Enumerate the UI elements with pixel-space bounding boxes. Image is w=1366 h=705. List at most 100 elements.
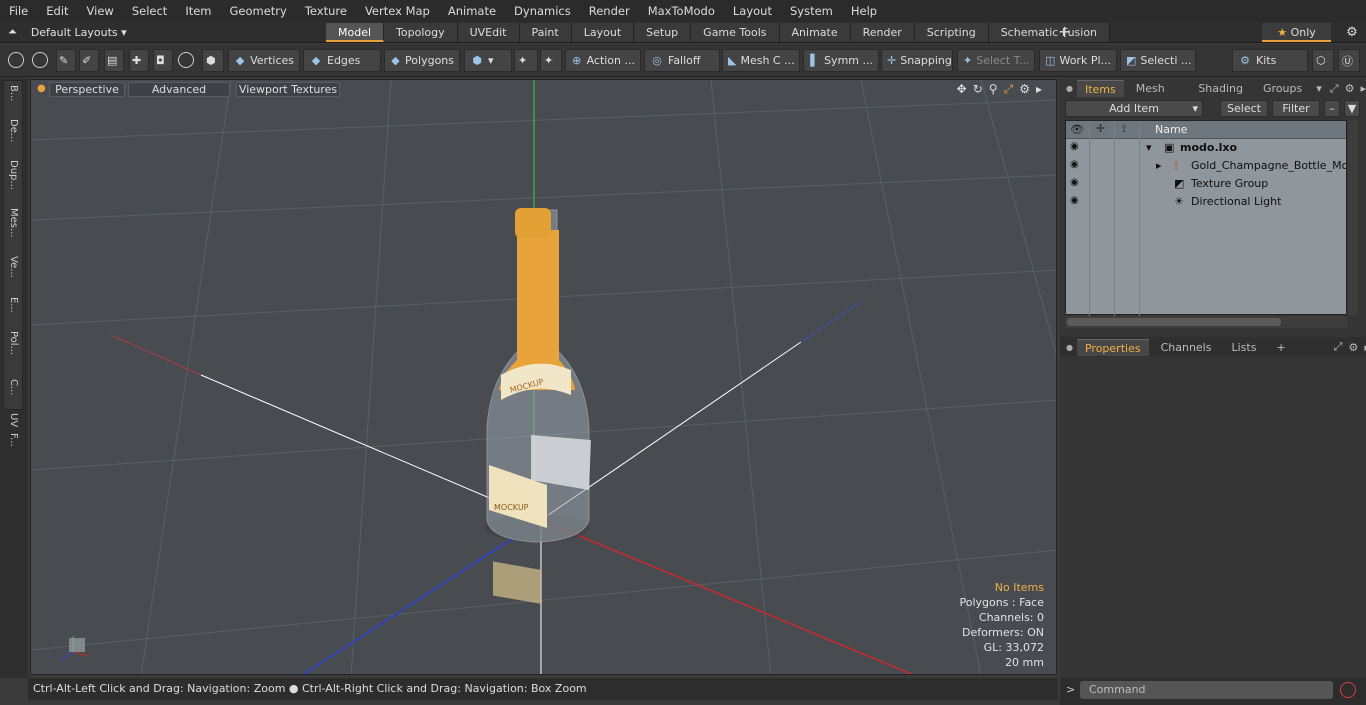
menu-render[interactable]: Render <box>580 4 639 18</box>
snap-mode-icon[interactable]: ✦ <box>514 49 538 72</box>
left-tab-9[interactable]: F... <box>8 433 19 447</box>
tab-channels[interactable]: Channels <box>1153 339 1220 356</box>
perspective-button[interactable]: Perspective <box>49 82 125 97</box>
menu-item[interactable]: Item <box>176 4 220 18</box>
menu-geometry[interactable]: Geometry <box>221 4 296 18</box>
funnel-icon[interactable]: ▼ <box>1344 100 1360 117</box>
tree-row-directional-light[interactable]: ◉ ☀ Directional Light <box>1066 193 1348 211</box>
gear-icon[interactable]: ⚙ <box>1340 23 1364 42</box>
select-circle-icon[interactable] <box>8 52 24 68</box>
menu-layout[interactable]: Layout <box>724 4 781 18</box>
item-mode-dropdown[interactable]: ⬢ ▾ <box>464 49 512 72</box>
left-tab-2[interactable]: Dup... <box>8 160 19 190</box>
menu-maxtomodo[interactable]: MaxToModo <box>639 4 724 18</box>
filter-button[interactable]: Filter <box>1272 100 1320 117</box>
vertices-button[interactable]: ◆ Vertices <box>228 49 300 72</box>
viewport-settings-icon[interactable]: ⚙ <box>1019 82 1030 97</box>
panel-dot-icon[interactable]: ● <box>1060 84 1077 93</box>
globe-icon[interactable] <box>32 52 48 68</box>
left-tab-0[interactable]: B... <box>8 85 19 101</box>
unity-icon[interactable]: ⬡ <box>1312 49 1334 72</box>
left-tab-8[interactable]: UV <box>8 413 19 427</box>
kits-button[interactable]: ⚙ Kits <box>1232 49 1308 72</box>
add-item-button[interactable]: Add Item ▾ <box>1065 100 1203 117</box>
zoom-view-icon[interactable]: ⚲ <box>989 82 998 97</box>
default-layouts-dropdown[interactable]: Default Layouts ▾ <box>31 26 127 39</box>
panel-arrow-icon[interactable]: ▸ <box>1360 82 1366 95</box>
tabs-dropdown-icon[interactable]: ▾ <box>1316 82 1322 95</box>
viewport-expand-icon[interactable]: ▸ <box>1036 82 1042 97</box>
tab-render[interactable]: Render <box>850 23 915 42</box>
tab-setup[interactable]: Setup <box>634 23 692 42</box>
name-column-header[interactable]: Name <box>1155 123 1187 136</box>
move-view-icon[interactable]: ✥ <box>957 82 967 97</box>
menu-dynamics[interactable]: Dynamics <box>505 4 580 18</box>
left-tab-1[interactable]: De... <box>8 119 19 142</box>
left-tab-3[interactable]: Mes... <box>8 208 19 238</box>
center-icon[interactable]: ✚ <box>129 49 149 72</box>
record-icon[interactable] <box>1340 682 1356 698</box>
tab-items[interactable]: Items <box>1076 80 1124 97</box>
tab-lists[interactable]: Lists <box>1223 339 1264 356</box>
tree-vertical-scrollbar[interactable] <box>1348 120 1358 315</box>
tab-uvedit[interactable]: UVEdit <box>457 23 520 42</box>
tree-row-bottle[interactable]: ◉ ▸ ⟟ Gold_Champagne_Bottle_Mo ... <box>1066 157 1348 175</box>
snap-global-icon[interactable]: ✦ <box>540 49 562 72</box>
align-icon[interactable]: ▤ <box>104 49 124 72</box>
menu-help[interactable]: Help <box>842 4 886 18</box>
maximize-view-icon[interactable]: ⤢ <box>1004 82 1014 97</box>
tab-model[interactable]: Model <box>326 23 385 42</box>
eye-icon[interactable]: ◉ <box>1070 177 1082 189</box>
left-tab-7[interactable]: C... <box>8 379 19 396</box>
selection-sets-button[interactable]: ◩ Selecti ... <box>1120 49 1196 72</box>
tab-shading[interactable]: Shading <box>1190 80 1251 97</box>
select-button[interactable]: Select <box>1220 100 1268 117</box>
panel-gear-icon[interactable]: ⚙ <box>1345 82 1355 95</box>
square-icon[interactable]: ◘ <box>153 49 173 72</box>
edges-button[interactable]: ◆ Edges <box>303 49 381 72</box>
tab-groups[interactable]: Groups <box>1255 80 1310 97</box>
eye-icon[interactable]: ◉ <box>1070 195 1082 207</box>
left-tab-5[interactable]: E... <box>8 297 19 313</box>
layout-collapse-icon[interactable]: ⏶ <box>8 25 17 39</box>
expand-arrow-icon[interactable]: ▸ <box>1156 159 1162 172</box>
viewport-textures-button[interactable]: Viewport Textures <box>236 82 340 97</box>
pen-icon[interactable]: ✎ <box>56 49 76 72</box>
tab-paint[interactable]: Paint <box>519 23 572 42</box>
panel-expand-icon[interactable]: ⤢ <box>1334 340 1343 354</box>
menu-animate[interactable]: Animate <box>439 4 505 18</box>
champagne-bottle[interactable]: MOCKUP MOCKUP <box>485 208 591 604</box>
eye-icon[interactable]: ◉ <box>1070 159 1082 171</box>
menu-select[interactable]: Select <box>123 4 176 18</box>
panel-dot-icon[interactable]: ● <box>1060 343 1077 352</box>
tab-mesh[interactable]: Mesh ... <box>1128 80 1187 112</box>
snapping-button[interactable]: ✛ Snapping <box>881 49 953 72</box>
3d-viewport[interactable]: MOCKUP MOCKUP ● Perspective Advanced Vie… <box>30 79 1057 675</box>
cube-icon[interactable]: ⬢ <box>202 49 224 72</box>
tab-schematic-fusion[interactable]: Schematic Fusion <box>988 23 1111 42</box>
collapse-icon[interactable]: – <box>1324 100 1340 117</box>
scroll-thumb[interactable] <box>1067 318 1281 326</box>
left-tab-4[interactable]: Ve... <box>8 256 19 278</box>
mesh-constraint-button[interactable]: ◣ Mesh C ... <box>722 49 800 72</box>
menu-edit[interactable]: Edit <box>37 4 77 18</box>
tab-animate[interactable]: Animate <box>779 23 851 42</box>
select-through-button[interactable]: ✦ Select T... <box>957 49 1035 72</box>
tab-scripting[interactable]: Scripting <box>914 23 989 42</box>
menu-system[interactable]: System <box>781 4 842 18</box>
left-tab-6[interactable]: Pol... <box>8 331 19 355</box>
symmetry-button[interactable]: ▌ Symm ... <box>803 49 879 72</box>
tab-layout[interactable]: Layout <box>571 23 635 42</box>
work-plane-button[interactable]: ◫ Work Pl... <box>1039 49 1117 72</box>
eye-icon[interactable]: ◉ <box>1070 141 1082 153</box>
menu-file[interactable]: File <box>0 4 37 18</box>
advanced-button[interactable]: Advanced <box>128 82 230 97</box>
rotate-view-icon[interactable]: ↻ <box>973 82 983 97</box>
unreal-icon[interactable]: Ⓤ <box>1338 49 1360 72</box>
panel-expand-icon[interactable]: ⤢ <box>1330 82 1339 96</box>
tree-row-texture-group[interactable]: ◉ ◩ Texture Group <box>1066 175 1348 193</box>
tab-game-tools[interactable]: Game Tools <box>691 23 780 42</box>
menu-view[interactable]: View <box>78 4 123 18</box>
falloff-button[interactable]: ◎ Falloff <box>644 49 720 72</box>
add-tab-icon[interactable]: + <box>1058 22 1071 41</box>
